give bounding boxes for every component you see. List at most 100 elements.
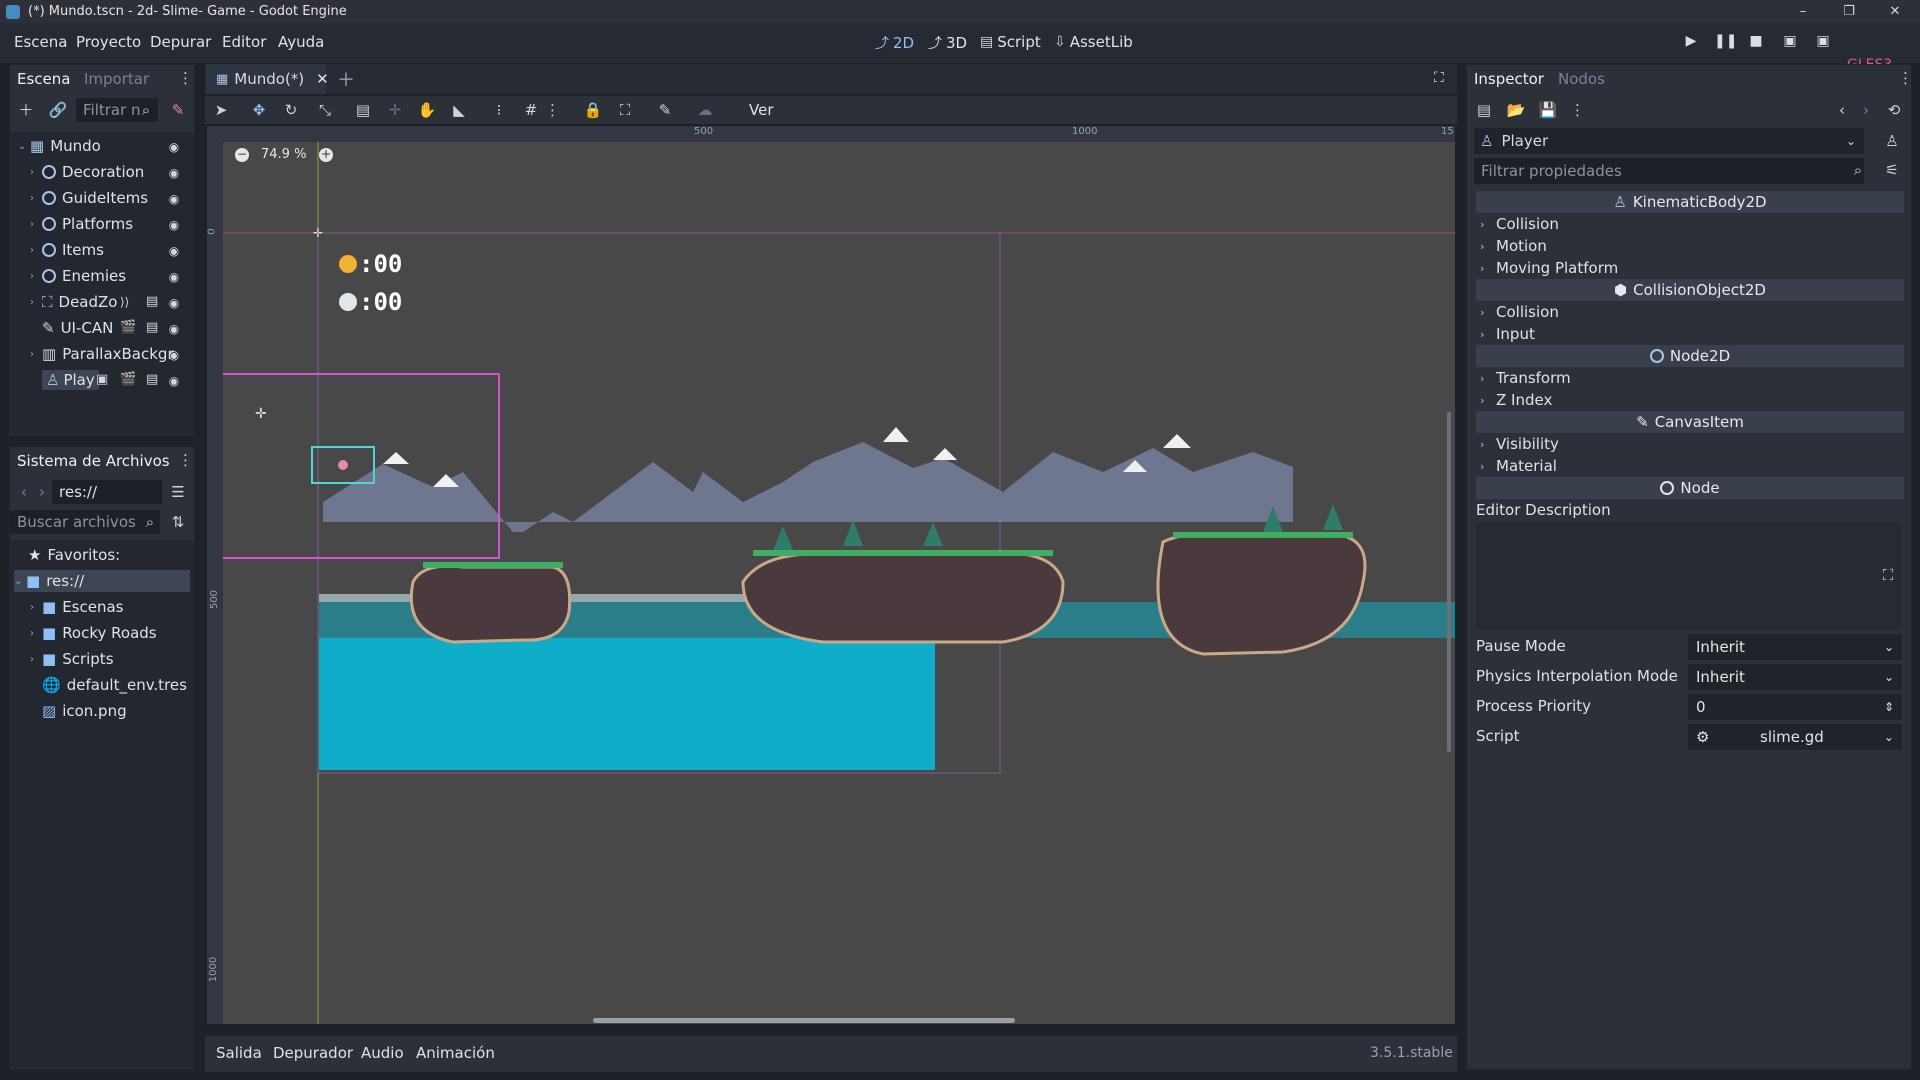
smart-snap-icon[interactable]: ⁝ [489, 100, 509, 120]
file-search-input[interactable]: Buscar archivos [10, 510, 160, 534]
close-window-button[interactable]: ✕ [1872, 0, 1918, 23]
property-group-collision[interactable]: › Collision [1480, 215, 1559, 233]
maximize-button[interactable]: ❐ [1826, 0, 1872, 23]
clapper-icon[interactable]: 🎬 [120, 320, 136, 335]
history-icon[interactable]: ⟲ [1884, 100, 1904, 120]
mode-2d-button[interactable]: ⤴ 2D [875, 33, 914, 53]
select-tool-icon[interactable]: ➤ [211, 100, 231, 120]
physics-interpolation-select[interactable]: Inherit ⌄ [1688, 664, 1902, 690]
filter-options-icon[interactable]: ⚟ [1882, 160, 1902, 180]
rotate-tool-icon[interactable]: ↻ [281, 100, 301, 120]
options-icon[interactable]: ⋮ [1570, 100, 1585, 120]
property-group-collision-2[interactable]: › Collision [1480, 303, 1559, 321]
view-menu[interactable]: Ver [749, 101, 774, 119]
eye-icon[interactable]: ◉ [166, 270, 182, 284]
pause-icon[interactable]: ❚❚ [1714, 33, 1737, 53]
eye-icon[interactable]: ◉ [166, 348, 182, 362]
tab-importar[interactable]: Importar [84, 70, 149, 88]
menu-proyecto[interactable]: Proyecto [76, 33, 141, 51]
zoom-out-button[interactable]: − [235, 148, 249, 162]
tree-node-parallax[interactable]: › ▥ ParallaxBackgr [30, 343, 210, 365]
play-scene-icon[interactable]: ▣ [1780, 33, 1800, 53]
grid-snap-icon[interactable]: # [521, 100, 541, 120]
tree-node-platforms[interactable]: › Platforms [30, 213, 210, 235]
eye-icon[interactable]: ◉ [166, 374, 182, 388]
tab-salida[interactable]: Salida [216, 1044, 262, 1062]
play-icon[interactable]: ▶ [1681, 33, 1701, 53]
snap-options-icon[interactable]: ⋮ [545, 100, 560, 120]
canvas-viewport[interactable]: ✛ ✛ − 74.9 % + :00 :00 [223, 142, 1455, 1024]
script-icon[interactable]: ▤ [146, 320, 158, 335]
dock-menu-icon[interactable]: ⋮ [1898, 68, 1913, 88]
tab-nodos[interactable]: Nodos [1558, 70, 1605, 88]
property-group-transform[interactable]: › Transform [1480, 369, 1571, 387]
tab-mundo[interactable]: ▦ Mundo(*) ✕ [206, 64, 329, 94]
group-icon[interactable]: ⛶ [615, 100, 635, 120]
eye-icon[interactable]: ◉ [166, 166, 182, 180]
move-tool-icon[interactable]: ✥ [249, 100, 269, 120]
list-tool-icon[interactable]: ▤ [353, 100, 373, 120]
object-properties-icon[interactable]: ♙ [1882, 131, 1902, 151]
new-resource-icon[interactable]: ▤ [1474, 100, 1494, 120]
property-group-input[interactable]: › Input [1480, 325, 1535, 343]
play-custom-scene-icon[interactable]: ▣ [1813, 33, 1833, 53]
process-priority-stepper[interactable]: 0 ⇕ [1688, 694, 1902, 720]
zoom-level[interactable]: 74.9 % [261, 147, 306, 162]
mode-assetlib-button[interactable]: ⇩ AssetLib [1054, 33, 1133, 51]
favorites-item[interactable]: ★ Favoritos: [28, 544, 208, 566]
folder-escenas[interactable]: › ■ Escenas [30, 596, 210, 618]
path-field[interactable]: res:// [52, 480, 162, 504]
add-node-icon[interactable]: ＋ [16, 100, 36, 120]
tab-animacion[interactable]: Animación [416, 1044, 495, 1062]
eye-icon[interactable]: ◉ [166, 322, 182, 336]
editor-description-textarea[interactable] [1476, 523, 1902, 629]
forward-icon[interactable]: › [32, 482, 52, 502]
tree-node-decoration[interactable]: › Decoration [30, 161, 210, 183]
property-filter-input[interactable]: Filtrar propiedades [1474, 158, 1864, 184]
mode-3d-button[interactable]: ⤴ 3D [928, 33, 967, 53]
tab-depurador[interactable]: Depurador [273, 1044, 353, 1062]
tree-node-items[interactable]: › Items [30, 239, 210, 261]
vertical-scrollbar[interactable] [1447, 412, 1451, 752]
tab-audio[interactable]: Audio [361, 1044, 404, 1062]
property-group-motion[interactable]: › Motion [1480, 237, 1547, 255]
bone-icon[interactable]: ✎ [655, 100, 675, 120]
tab-inspector[interactable]: Inspector [1474, 70, 1544, 88]
pan-tool-icon[interactable]: ✋ [417, 100, 437, 120]
scale-tool-icon[interactable]: ⤡ [315, 100, 335, 120]
folder-rocky-roads[interactable]: › ■ Rocky Roads [30, 622, 210, 644]
open-folder-icon[interactable]: 📂 [1506, 100, 1526, 120]
eye-icon[interactable]: ◉ [166, 140, 182, 154]
menu-depurar[interactable]: Depurar [150, 33, 211, 51]
property-group-material[interactable]: › Material [1480, 457, 1557, 475]
sort-icon[interactable]: ⇅ [168, 512, 188, 532]
close-icon[interactable]: ✕ [316, 70, 329, 88]
eye-icon[interactable]: ◉ [166, 218, 182, 232]
link-icon[interactable]: 🔗 [48, 100, 68, 120]
script-icon[interactable]: ▤ [146, 372, 158, 387]
stop-icon[interactable]: ■ [1746, 33, 1766, 53]
clapper-icon[interactable]: 🎬 [120, 372, 136, 387]
list-view-icon[interactable]: ☰ [168, 482, 188, 502]
lock-icon[interactable]: 🔒 [583, 100, 603, 120]
property-group-visibility[interactable]: › Visibility [1480, 435, 1559, 453]
camera-override-icon[interactable]: ☁ [695, 100, 715, 120]
property-group-z-index[interactable]: › Z Index [1480, 391, 1552, 409]
pivot-tool-icon[interactable]: ✛ [385, 100, 405, 120]
history-forward-icon[interactable]: › [1856, 100, 1876, 120]
menu-ayuda[interactable]: Ayuda [278, 33, 324, 51]
script-icon[interactable]: ▤ [146, 294, 158, 309]
dock-menu-icon[interactable]: ⋮ [178, 450, 193, 470]
back-icon[interactable]: ‹ [14, 482, 34, 502]
tab-escena[interactable]: Escena [17, 70, 70, 88]
folder-scripts[interactable]: › ■ Scripts [30, 648, 210, 670]
script-remove-icon[interactable]: ✎ [168, 100, 188, 120]
eye-icon[interactable]: ◉ [166, 192, 182, 206]
node-group-icon[interactable]: ▣ [96, 372, 108, 387]
save-icon[interactable]: 💾 [1538, 100, 1558, 120]
mode-script-button[interactable]: ▤ Script [980, 33, 1041, 51]
object-selector[interactable]: ♙ Player ⌄ [1474, 128, 1864, 154]
zoom-in-button[interactable]: + [319, 148, 333, 162]
menu-editor[interactable]: Editor [222, 33, 266, 51]
eye-icon[interactable]: ◉ [166, 296, 182, 310]
